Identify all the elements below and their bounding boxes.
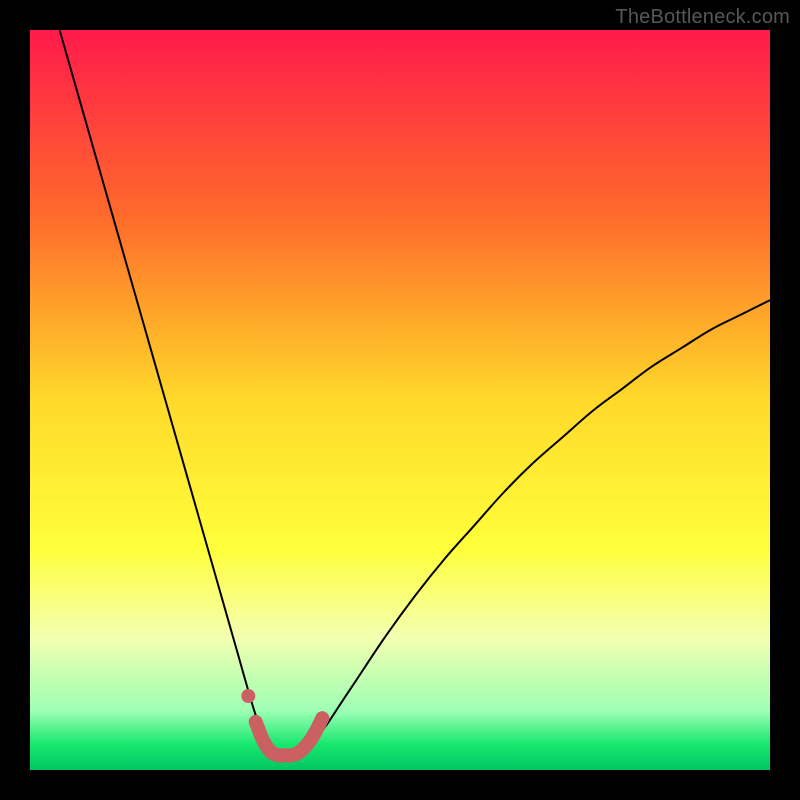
gradient-background — [30, 30, 770, 770]
watermark-text: TheBottleneck.com — [615, 6, 790, 29]
chart-svg — [30, 30, 770, 770]
chart-frame: TheBottleneck.com — [0, 0, 800, 800]
highlight-left-dot — [241, 689, 255, 703]
plot-area — [30, 30, 770, 770]
